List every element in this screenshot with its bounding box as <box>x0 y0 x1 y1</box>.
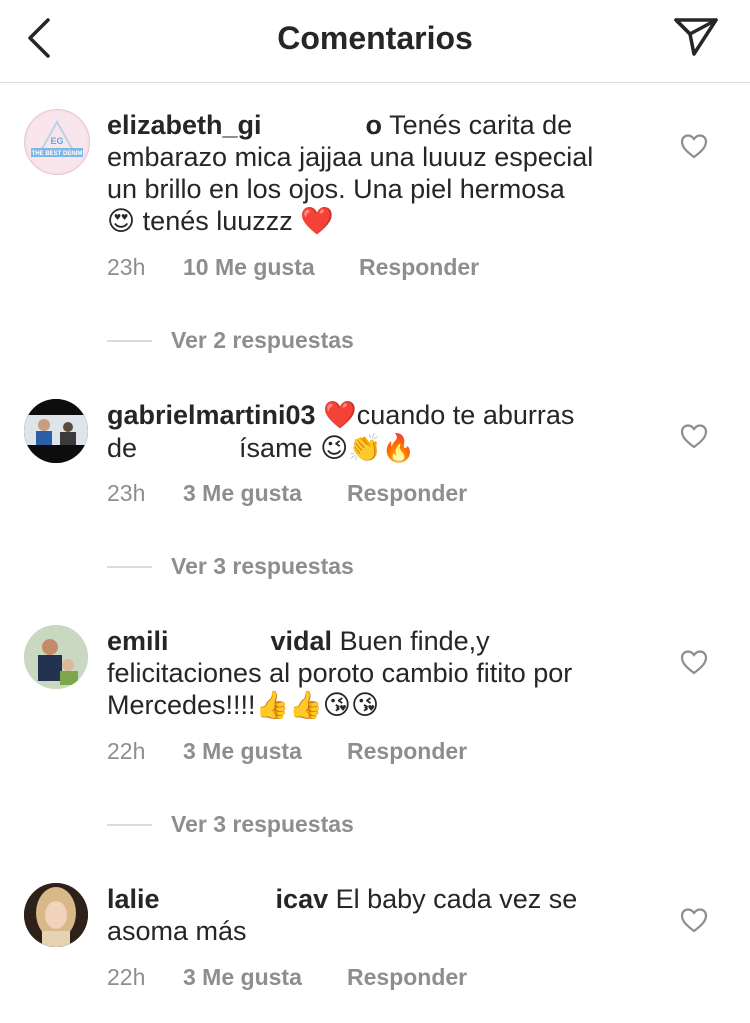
svg-text:EG: EG <box>50 136 63 146</box>
likes-count[interactable]: 10 Me gusta <box>183 254 315 281</box>
avatar[interactable]: EG THE BEST DENIM <box>24 109 90 175</box>
avatar-photo <box>24 625 88 689</box>
red-heart-emoji: ❤️ <box>323 400 357 431</box>
comment-username[interactable]: lalie <box>107 884 160 914</box>
replies-divider <box>107 340 152 342</box>
comment-text: lalie icav El baby cada vez se asoma más <box>107 883 647 947</box>
paper-plane-icon <box>674 18 718 56</box>
avatar[interactable] <box>24 883 88 947</box>
comment-line: felicitaciones al poroto cambio fitito p… <box>107 658 573 688</box>
svg-text:THE BEST DENIM: THE BEST DENIM <box>32 151 83 157</box>
comment-line: embarazo mica jajjaa una luuuz especial <box>107 142 594 172</box>
avatar-photo <box>24 399 88 463</box>
comment-username[interactable]: emili <box>107 626 169 656</box>
replies-divider <box>107 824 152 826</box>
likes-count[interactable]: 3 Me gusta <box>183 964 302 991</box>
comment-line: tenés luuzzz <box>142 206 293 236</box>
avatar-photo <box>24 883 88 947</box>
view-replies-label[interactable]: Ver 2 respuestas <box>171 327 354 354</box>
comment-time: 23h <box>107 480 146 506</box>
emoji-group: 😉👏🔥 <box>320 433 416 464</box>
likes-count[interactable]: 3 Me gusta <box>183 480 302 507</box>
comment-line: cuando te aburras <box>356 400 575 430</box>
like-heart-icon[interactable] <box>680 907 708 933</box>
comment-time: 22h <box>107 964 146 990</box>
emoji-group: 👍👍😘😘 <box>255 690 380 721</box>
comment-line: El baby cada vez se <box>335 884 578 914</box>
comment-username-tail[interactable]: o <box>366 110 383 140</box>
comment-username[interactable]: elizabeth_gi <box>107 110 262 140</box>
comment-text: emili vidal Buen finde,y felicitaciones a… <box>107 625 647 722</box>
comment-line: ísame <box>239 433 313 463</box>
heart-eyes-emoji: 😍 <box>107 206 136 237</box>
replies-divider <box>107 566 152 568</box>
reply-button[interactable]: Responder <box>359 254 479 281</box>
avatar[interactable] <box>24 399 88 463</box>
comment-line: Buen finde,y <box>339 626 490 656</box>
comment-text: gabrielmartini03 ❤️cuando te aburras de í… <box>107 399 647 465</box>
comment-text: elizabeth_gi o Tenés carita de embarazo m… <box>107 109 647 238</box>
send-button[interactable] <box>672 14 720 62</box>
comment-time: 23h <box>107 254 146 280</box>
comment-time: 22h <box>107 738 146 764</box>
comment-username[interactable]: gabrielmartini03 <box>107 400 316 430</box>
like-heart-icon[interactable] <box>680 423 708 449</box>
likes-count[interactable]: 3 Me gusta <box>183 738 302 765</box>
comment-username-tail[interactable]: vidal <box>271 626 333 656</box>
avatar-logo: EG THE BEST DENIM <box>27 112 87 172</box>
comment-username-tail[interactable]: icav <box>276 884 329 914</box>
header-bar: Comentarios <box>0 0 750 83</box>
like-heart-icon[interactable] <box>680 133 708 159</box>
avatar[interactable] <box>24 625 88 689</box>
page-title: Comentarios <box>277 20 473 56</box>
view-replies-label[interactable]: Ver 3 respuestas <box>171 553 354 580</box>
comment-line: un brillo en los ojos. Una piel hermosa <box>107 174 565 204</box>
like-heart-icon[interactable] <box>680 649 708 675</box>
reply-button[interactable]: Responder <box>347 480 467 507</box>
reply-button[interactable]: Responder <box>347 738 467 765</box>
view-replies-label[interactable]: Ver 3 respuestas <box>171 811 354 838</box>
red-heart-emoji: ❤️ <box>300 206 334 237</box>
comment-line: Mercedes!!!! <box>107 690 256 720</box>
comment-line: de <box>107 433 138 463</box>
reply-button[interactable]: Responder <box>347 964 467 991</box>
comment-line: asoma más <box>107 916 247 946</box>
comment-line: Tenés carita de <box>389 110 573 140</box>
